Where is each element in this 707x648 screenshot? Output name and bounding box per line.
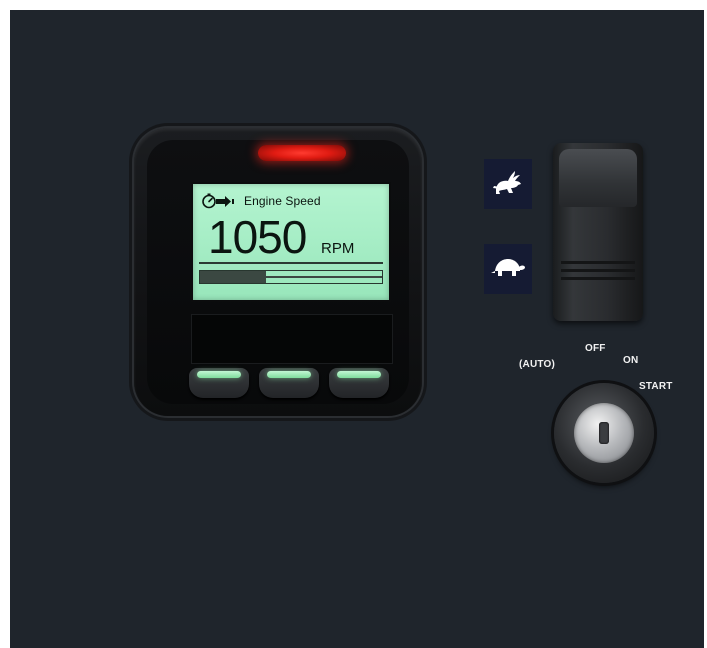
secondary-display: [191, 314, 393, 364]
lcd-title: Engine Speed: [244, 194, 321, 208]
softkey-left[interactable]: [189, 368, 249, 398]
keyway-slot: [599, 422, 609, 444]
key-position-auto: (AUTO): [519, 359, 556, 370]
speed-rocker-switch[interactable]: [553, 143, 643, 321]
control-panel: Engine Speed 1050 RPM OFF (AUTO) ON STAR…: [10, 10, 704, 648]
lcd-header: Engine Speed: [201, 192, 321, 210]
engine-speed-icon: [201, 193, 237, 209]
engine-speed-bar-fill: [200, 271, 266, 283]
engine-speed-value: 1050: [208, 211, 307, 263]
display-unit: Engine Speed 1050 RPM: [134, 128, 422, 416]
rabbit-icon: [491, 167, 525, 202]
softkey-right[interactable]: [329, 368, 389, 398]
slow-speed-indicator: [484, 244, 532, 294]
key-position-start: START: [639, 381, 673, 392]
key-position-on: ON: [623, 355, 639, 366]
softkey-center[interactable]: [259, 368, 319, 398]
lcd-divider: [199, 262, 383, 264]
rocker-upper-half[interactable]: [559, 149, 637, 207]
lcd-screen: Engine Speed 1050 RPM: [191, 182, 391, 302]
engine-speed-unit: RPM: [321, 240, 355, 257]
ignition-key-switch[interactable]: [554, 383, 654, 483]
turtle-icon: [490, 255, 526, 284]
engine-speed-bar: [199, 270, 383, 284]
rocker-ridge: [561, 261, 635, 264]
fast-speed-indicator: [484, 159, 532, 209]
key-position-off: OFF: [585, 343, 606, 354]
rocker-ridge: [561, 277, 635, 280]
display-bezel: Engine Speed 1050 RPM: [147, 140, 409, 404]
status-led: [258, 145, 346, 161]
key-cylinder[interactable]: [574, 403, 634, 463]
rocker-ridge: [561, 269, 635, 272]
